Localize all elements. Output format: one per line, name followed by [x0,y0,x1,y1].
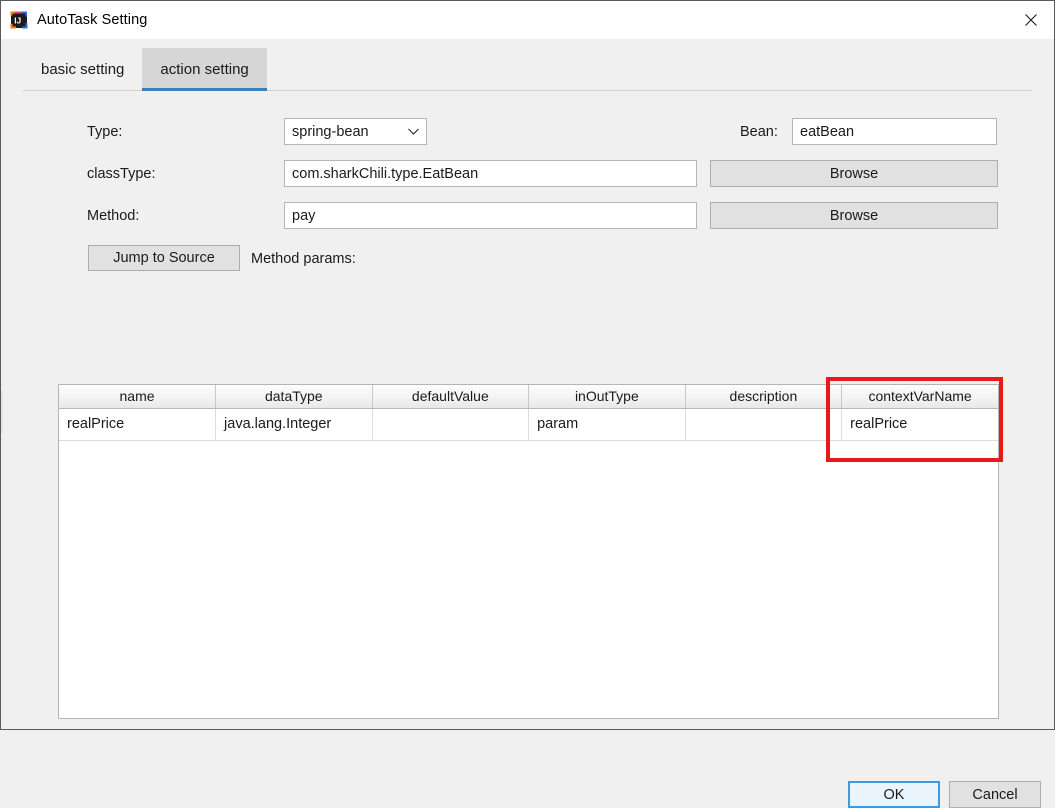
type-label: Type: [87,124,123,140]
cell-inouttype[interactable]: param [528,408,686,441]
column-header-datatype[interactable]: dataType [215,385,373,409]
title-bar: IJ AutoTask Setting [1,1,1054,39]
method-params-table-panel: name dataType defaultValue inOutType des… [58,384,999,719]
cell-contextvarname[interactable]: realPrice [841,408,998,441]
column-header-name[interactable]: name [59,385,217,409]
action-setting-panel: Type: spring-bean Bean: classType: Brows… [1,91,1054,808]
column-header-defaultvalue[interactable]: defaultValue [372,385,530,409]
browse-method-button[interactable]: Browse [710,202,998,229]
method-input[interactable] [284,202,697,229]
type-select[interactable]: spring-bean [284,118,427,145]
autotask-setting-dialog: IJ AutoTask Setting basic setting action… [0,0,1055,808]
method-params-table: name dataType defaultValue inOutType des… [59,385,998,441]
type-select-value: spring-bean [292,123,369,140]
classtype-input[interactable] [284,160,697,187]
cell-name[interactable]: realPrice [59,408,217,441]
column-header-contextvarname[interactable]: contextVarName [841,385,998,409]
method-params-label: Method params: [251,251,356,267]
column-header-description[interactable]: description [685,385,843,409]
jump-to-source-button[interactable]: Jump to Source [88,245,240,271]
cancel-button[interactable]: Cancel [949,781,1041,808]
method-label: Method: [87,208,140,224]
panel-edge-artifact [1,391,3,433]
close-icon[interactable] [1008,1,1054,39]
table-row[interactable]: realPrice java.lang.Integer param realPr… [59,408,998,441]
cell-description[interactable] [685,408,843,441]
svg-text:IJ: IJ [14,15,21,25]
tab-basic-setting[interactable]: basic setting [23,48,142,91]
classtype-label: classType: [87,166,156,182]
window-title: AutoTask Setting [37,12,148,28]
cell-defaultvalue[interactable] [372,408,530,441]
intellij-idea-icon: IJ [10,11,28,29]
column-header-inouttype[interactable]: inOutType [528,385,686,409]
bean-label: Bean: [740,124,778,140]
bean-input[interactable] [792,118,997,145]
cell-datatype[interactable]: java.lang.Integer [215,408,373,441]
browse-classtype-button[interactable]: Browse [710,160,998,187]
tab-action-setting[interactable]: action setting [142,48,268,91]
chevron-down-icon [400,127,426,136]
table-header-row: name dataType defaultValue inOutType des… [59,385,998,409]
tab-bar: basic setting action setting [1,39,1054,91]
ok-button[interactable]: OK [848,781,940,808]
